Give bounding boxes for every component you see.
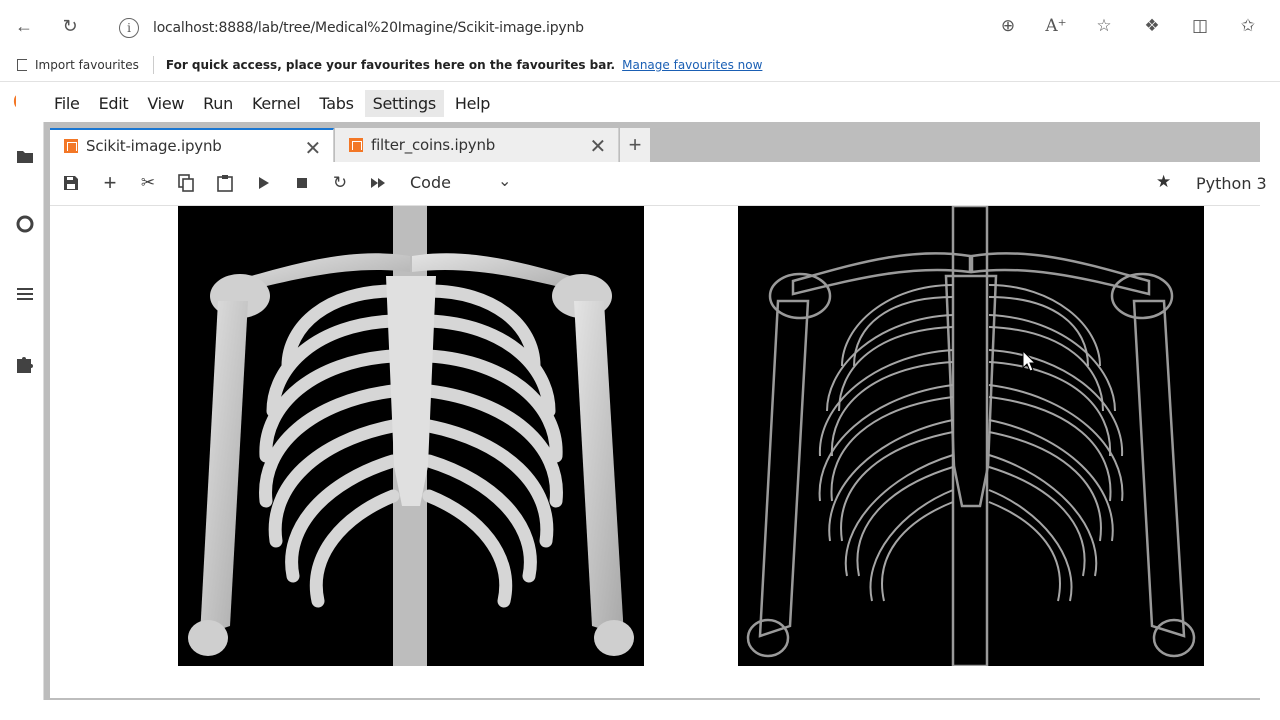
url-bar[interactable]: i localhost:8888/lab/tree/Medical%20Imag…: [110, 12, 990, 44]
tab-filter-coins[interactable]: filter_coins.ipynb ✕: [335, 128, 619, 162]
debugger-bug-icon[interactable]: ★: [1156, 172, 1171, 192]
extensions-icon[interactable]: ❖: [1140, 14, 1164, 38]
tab-scikit-image[interactable]: Scikit-image.ipynb ✕: [50, 128, 334, 162]
notebook-toolbar: + ✂ ↻ Code ⌄ ★ Python 3: [50, 162, 1267, 206]
favourites-bar: Import favourites For quick access, plac…: [0, 48, 1280, 82]
copy-icon[interactable]: [175, 172, 197, 194]
menu-file[interactable]: File: [46, 90, 88, 117]
reload-icon[interactable]: ↻: [58, 14, 82, 38]
favourites-message: For quick access, place your favourites …: [165, 57, 616, 72]
import-icon: [17, 58, 27, 71]
notebook-output-area: [50, 206, 1260, 698]
back-arrow-icon[interactable]: ←: [12, 14, 36, 38]
menu-tabs[interactable]: Tabs: [311, 90, 361, 117]
table-of-contents-icon[interactable]: [16, 284, 34, 304]
main-dock-area: Scikit-image.ipynb ✕ filter_coins.ipynb …: [44, 122, 1267, 700]
stop-icon[interactable]: [291, 172, 313, 194]
kernel-name[interactable]: Python 3: [1196, 174, 1267, 193]
menu-help[interactable]: Help: [447, 90, 498, 117]
status-bar-area: [16, 700, 1280, 720]
menu-kernel[interactable]: Kernel: [244, 90, 308, 117]
run-all-icon[interactable]: [367, 172, 389, 194]
run-icon[interactable]: [253, 172, 275, 194]
cell-type-select[interactable]: Code: [410, 173, 451, 192]
close-icon[interactable]: ✕: [304, 136, 321, 160]
original-image: [178, 206, 644, 666]
menu-edit[interactable]: Edit: [91, 90, 137, 117]
close-icon[interactable]: ✕: [589, 134, 606, 158]
split-screen-icon[interactable]: ◫: [1188, 14, 1212, 38]
paste-icon[interactable]: [214, 172, 236, 194]
info-icon[interactable]: i: [119, 18, 139, 38]
extension-puzzle-icon[interactable]: [16, 354, 34, 374]
favourites-icon[interactable]: ✩: [1236, 14, 1260, 38]
notebook-icon: [64, 139, 78, 153]
cut-icon[interactable]: ✂: [137, 172, 159, 194]
tab-bar: Scikit-image.ipynb ✕ filter_coins.ipynb …: [44, 122, 1260, 162]
edge-filtered-image: [738, 206, 1204, 666]
favourite-star-icon[interactable]: ☆: [1092, 14, 1116, 38]
import-favourites-button[interactable]: Import favourites: [17, 58, 139, 72]
menu-settings[interactable]: Settings: [364, 89, 444, 117]
new-launcher-button[interactable]: +: [620, 128, 650, 162]
tab-label: filter_coins.ipynb: [371, 136, 496, 154]
mouse-cursor-icon: [1022, 350, 1036, 372]
save-icon[interactable]: [60, 172, 82, 194]
menu-run[interactable]: Run: [195, 90, 241, 117]
jupyter-menubar: File Edit View Run Kernel Tabs Settings …: [16, 84, 1260, 122]
add-cell-icon[interactable]: +: [99, 170, 121, 195]
restart-icon[interactable]: ↻: [329, 172, 351, 194]
left-sidebar: [16, 122, 44, 700]
divider: [152, 55, 154, 74]
browser-right-icons: ⊕ A⁺ ☆ ❖ ◫ ✩: [996, 14, 1260, 38]
manage-favourites-link[interactable]: Manage favourites now: [622, 58, 762, 72]
folder-icon[interactable]: [16, 146, 34, 166]
left-edge: [0, 82, 16, 720]
url-text[interactable]: localhost:8888/lab/tree/Medical%20Imagin…: [153, 20, 584, 36]
notebook-icon: [349, 138, 363, 152]
import-favourites-label: Import favourites: [35, 57, 139, 72]
read-aloud-icon[interactable]: A⁺: [1044, 14, 1068, 38]
running-icon[interactable]: [16, 214, 34, 234]
menu-view[interactable]: View: [139, 90, 192, 117]
zoom-icon[interactable]: ⊕: [996, 14, 1020, 38]
chevron-down-icon[interactable]: ⌄: [498, 171, 511, 191]
tab-label: Scikit-image.ipynb: [86, 137, 222, 155]
